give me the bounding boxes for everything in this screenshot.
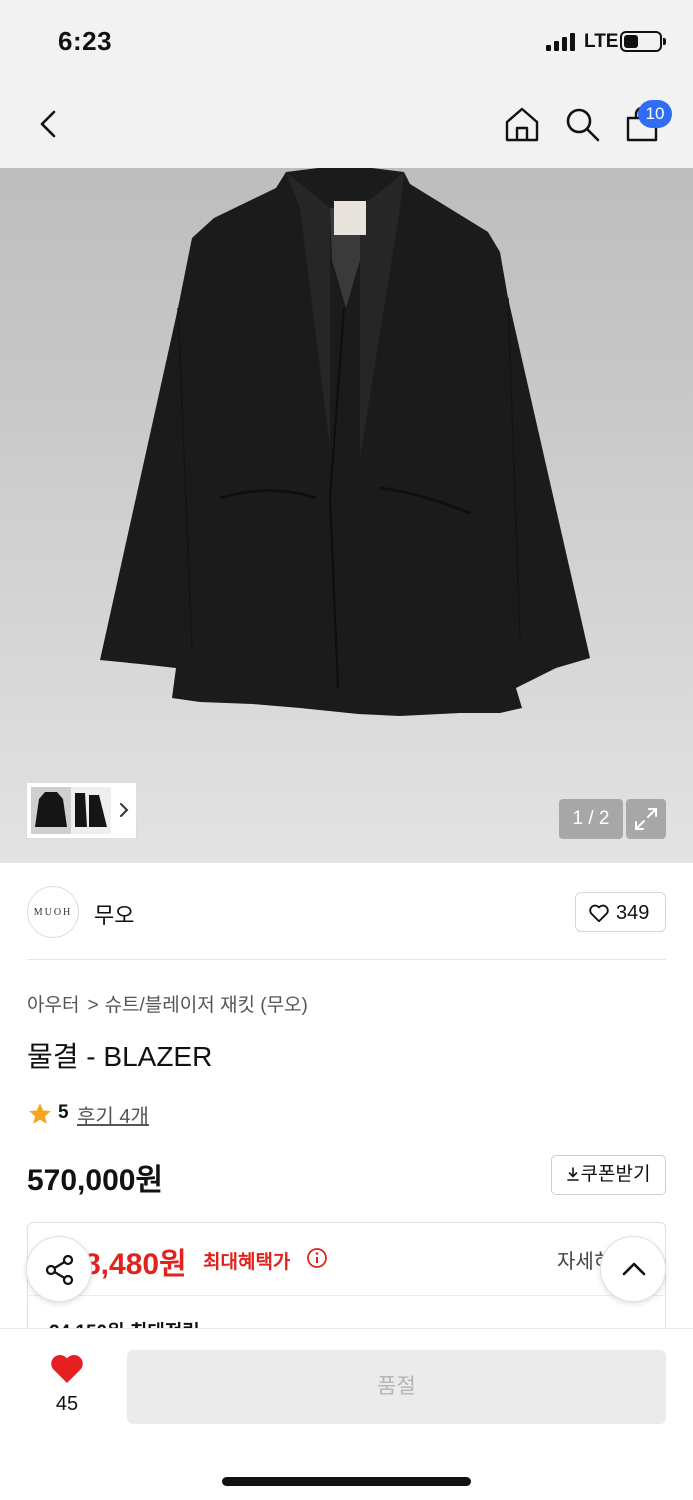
brand-row: MUOH 무오 349 <box>0 868 693 960</box>
product-title: 물결 - BLAZER <box>27 1041 213 1072</box>
home-indicator <box>222 1477 471 1486</box>
bottom-purchase-bar: 45 품절 <box>0 1328 693 1500</box>
breadcrumb-subcategory[interactable]: 슈트/블레이저 재킷 (무오) <box>105 995 308 1016</box>
fullscreen-button[interactable] <box>626 799 666 839</box>
home-icon <box>505 107 539 142</box>
sold-out-button[interactable]: 품절 <box>127 1350 666 1424</box>
cellular-signal-icon <box>546 33 576 51</box>
brand-name[interactable]: 무오 <box>94 898 134 930</box>
breadcrumb: 아우터 > 슈트/블레이저 재킷 (무오) <box>27 990 308 1017</box>
max-benefit-label: 최대혜택가 <box>203 1252 291 1273</box>
breadcrumb-separator: > <box>87 995 99 1016</box>
network-type: LTE <box>584 31 619 52</box>
status-bar: 6:23 LTE <box>0 0 693 84</box>
blazer-product-image <box>100 168 590 716</box>
coupon-download-button[interactable]: 쿠폰받기 <box>551 1155 666 1195</box>
wish-count: 45 <box>55 1393 79 1415</box>
blazer-thumbnails <box>31 787 107 834</box>
chevron-left-icon <box>40 110 56 138</box>
rating-score: 5 <box>58 1102 69 1123</box>
benefit-divider <box>28 1295 665 1296</box>
scroll-to-top-button[interactable] <box>600 1236 666 1302</box>
chevron-right-icon <box>120 803 129 817</box>
chevron-up-icon <box>622 1262 646 1276</box>
star-icon <box>29 1103 51 1124</box>
back-button[interactable] <box>30 104 70 144</box>
product-image-gallery[interactable]: 1 / 2 <box>0 168 693 863</box>
breadcrumb-category[interactable]: 아우터 <box>27 995 79 1016</box>
download-icon <box>566 1167 579 1181</box>
expand-icon <box>635 808 657 830</box>
heart-outline-icon <box>589 904 609 923</box>
coupon-label: 쿠폰받기 <box>580 1164 651 1185</box>
max-benefit-price: 8,480원 <box>84 1248 187 1281</box>
heart-filled-icon[interactable] <box>49 1353 85 1385</box>
search-icon <box>566 108 600 142</box>
share-icon <box>45 1254 74 1286</box>
top-navigation: 10 <box>0 84 693 168</box>
home-button[interactable] <box>502 104 542 144</box>
brand-like-count: 349 <box>616 902 650 924</box>
section-divider <box>27 959 666 960</box>
thumbnail-image[interactable] <box>31 787 111 834</box>
brand-logo[interactable]: MUOH <box>27 886 79 938</box>
battery-icon <box>620 31 666 52</box>
cart-count-badge: 10 <box>638 100 672 128</box>
status-time: 6:23 <box>58 26 113 56</box>
thumbnail-strip[interactable] <box>26 782 137 839</box>
image-page-indicator: 1 / 2 <box>559 799 623 839</box>
info-icon[interactable] <box>306 1247 328 1269</box>
share-button[interactable] <box>26 1236 92 1302</box>
brand-like-button[interactable]: 349 <box>575 892 666 932</box>
review-count-link[interactable]: 후기 4개 <box>77 1100 149 1129</box>
product-price: 570,000원 <box>27 1164 164 1197</box>
search-button[interactable] <box>562 104 602 144</box>
